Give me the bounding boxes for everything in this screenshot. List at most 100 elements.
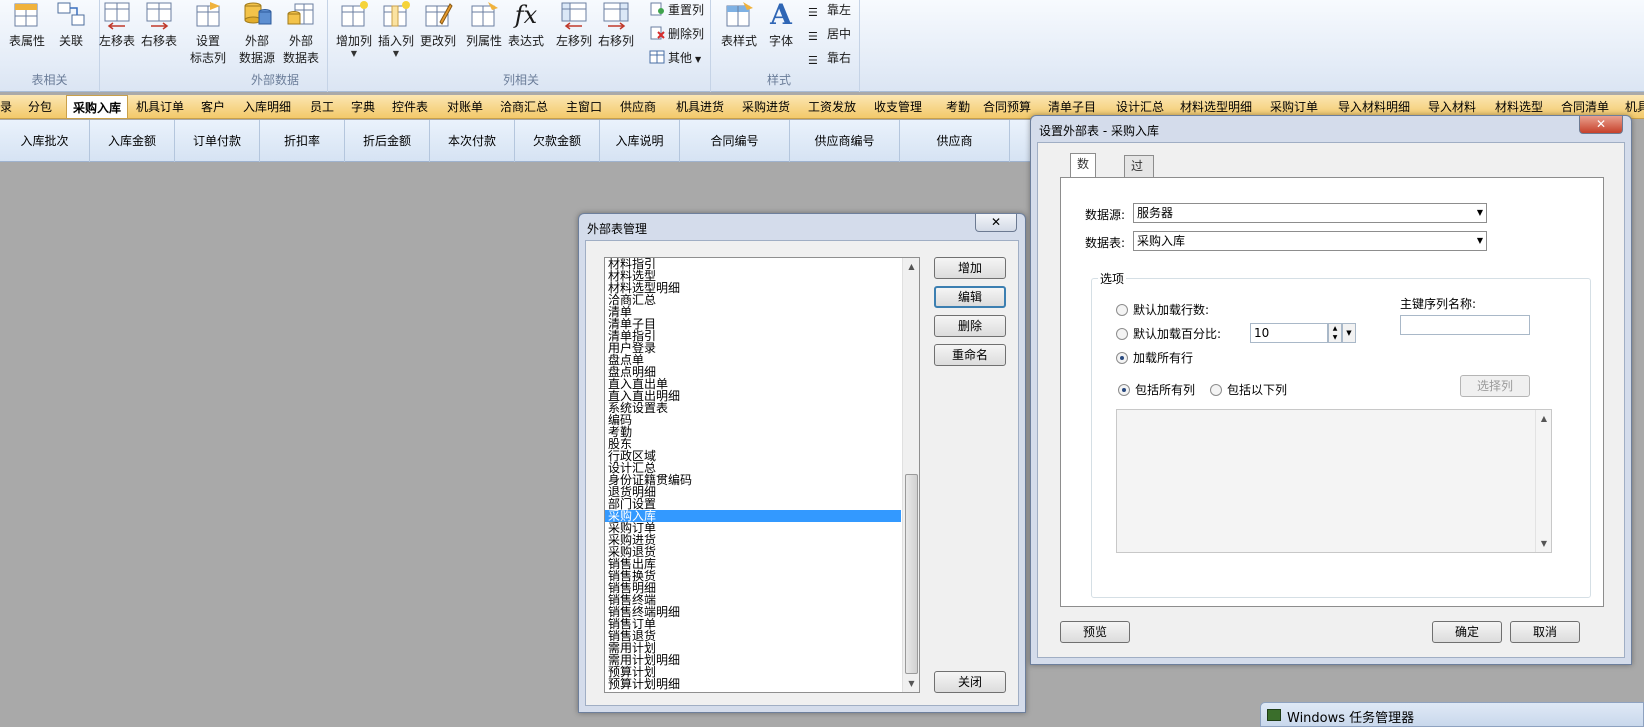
tab-8[interactable]: 控件表 — [392, 95, 428, 118]
change-column-button[interactable]: 更改列 — [417, 0, 459, 50]
move-table-left-button[interactable]: 左移表 — [96, 0, 138, 50]
tab-1[interactable]: 分包 — [28, 95, 52, 118]
tab-16[interactable]: 收支管理 — [874, 95, 922, 118]
tab-9[interactable]: 对账单 — [447, 95, 483, 118]
tab-2[interactable]: 采购入库 — [66, 95, 129, 118]
include-all-columns-label: 包括所有列 — [1135, 383, 1196, 397]
tab-6[interactable]: 员工 — [310, 95, 334, 118]
align-center-button[interactable]: ☰ 居中 — [808, 24, 851, 44]
tab-data-source[interactable]: 数据源 — [1070, 153, 1097, 211]
external-table-list[interactable]: 材料指引 材料选型 材料选型明细 洽商汇总 清单 清单子目 清单指引 用户登录 盘点单 盘点明细直… — [604, 257, 920, 693]
grid-column-header[interactable]: 供应商编号 — [790, 120, 900, 162]
move-column-right-button[interactable]: 右移列 — [595, 0, 637, 50]
move-column-left-button[interactable]: 左移列 — [553, 0, 595, 50]
load-all-rows-radio[interactable]: 加载所有行 — [1116, 351, 1193, 365]
column-properties-button[interactable]: 列属性 — [463, 0, 505, 50]
scroll-down-icon[interactable]: ▼ — [1536, 535, 1552, 552]
external-source-button[interactable]: 外部 数据源 — [236, 0, 278, 67]
close-manager-button[interactable]: 关闭 — [934, 671, 1006, 693]
tab-4[interactable]: 客户 — [201, 95, 225, 118]
primary-key-sequence-input[interactable] — [1400, 315, 1530, 335]
rename-table-button[interactable]: 重命名 — [934, 344, 1006, 366]
font-button[interactable]: A 字体 — [760, 0, 802, 50]
table-properties-button[interactable]: 表属性 — [6, 0, 48, 50]
align-left-button[interactable]: ☰ 靠左 — [808, 0, 851, 20]
spin-up-icon[interactable]: ▲ — [1329, 324, 1341, 333]
tab-18[interactable]: 合同预算 — [983, 95, 1031, 118]
insert-column-button[interactable]: 插入列 ▼ — [375, 0, 417, 58]
delete-table-button[interactable]: 删除 — [934, 315, 1006, 337]
ok-button[interactable]: 确定 — [1432, 621, 1502, 643]
grid-column-header[interactable]: 供应商 — [900, 120, 1010, 162]
grid-column-header[interactable]: 入库批次 — [0, 120, 90, 162]
grid-column-header[interactable]: 欠款金额 — [515, 120, 600, 162]
spin-down-icon[interactable]: ▼ — [1329, 333, 1341, 342]
list-item[interactable]: 用户登录 — [605, 342, 901, 354]
preview-button[interactable]: 预览 — [1060, 621, 1130, 643]
list-item[interactable]: 编码 — [605, 414, 901, 426]
column-list-box[interactable]: ▲ ▼ — [1116, 409, 1552, 553]
tab-7[interactable]: 字典 — [351, 95, 375, 118]
grid-column-header[interactable]: 合同编号 — [680, 120, 790, 162]
add-column-button[interactable]: 增加列 ▼ — [333, 0, 375, 58]
grid-column-header[interactable]: 入库说明 — [600, 120, 680, 162]
reset-column-button[interactable]: 重置列 — [649, 0, 704, 20]
tab-10[interactable]: 洽商汇总 — [500, 95, 548, 118]
tab-11[interactable]: 主窗口 — [566, 95, 602, 118]
flag-column-button[interactable]: 设置 标志列 — [187, 0, 229, 67]
external-table-button[interactable]: 外部 数据表 — [280, 0, 322, 67]
include-following-columns-radio[interactable]: 包括以下列 — [1210, 383, 1287, 397]
grid-column-header[interactable]: 本次付款 — [430, 120, 515, 162]
load-percent-radio[interactable]: 默认加载百分比: — [1116, 327, 1221, 341]
align-right-button[interactable]: ☰ 靠右 — [808, 48, 851, 68]
external-table-manager-close-button[interactable]: ✕ — [975, 214, 1017, 232]
list-item[interactable]: 洽商汇总 — [605, 294, 901, 306]
external-table-label-2: 数据表 — [282, 51, 319, 65]
tab-3[interactable]: 机具订单 — [136, 95, 184, 118]
scroll-down-icon[interactable]: ▼ — [903, 675, 919, 692]
scroll-up-icon[interactable]: ▲ — [903, 258, 919, 275]
delete-column-button[interactable]: 删除列 — [649, 24, 704, 44]
column-list-scrollbar[interactable]: ▲ ▼ — [1535, 410, 1551, 552]
include-following-columns-label: 包括以下列 — [1227, 383, 1288, 397]
relation-button[interactable]: 关联 — [50, 0, 92, 50]
tab-5[interactable]: 入库明细 — [243, 95, 291, 118]
data-table-select[interactable]: 采购入库 ▼ — [1133, 231, 1487, 251]
move-table-right-button[interactable]: 右移表 — [138, 0, 180, 50]
tab-0[interactable]: 录 — [0, 95, 12, 118]
table-properties-label: 表属性 — [8, 34, 45, 48]
select-columns-button[interactable]: 选择列 — [1460, 375, 1530, 397]
list-item[interactable]: 系统设置表 — [605, 402, 901, 414]
tab-14[interactable]: 采购进货 — [742, 95, 790, 118]
other-button[interactable]: 其他 ▼ — [649, 48, 701, 68]
edit-table-button[interactable]: 编辑 — [934, 286, 1006, 308]
load-percent-dropdown[interactable]: ▼ — [1342, 323, 1356, 343]
scroll-thumb[interactable] — [905, 474, 918, 674]
data-source-select[interactable]: 服务器 ▼ — [1133, 203, 1487, 223]
chevron-down-icon: ▼ — [1476, 208, 1483, 217]
add-table-button[interactable]: 增加 — [934, 257, 1006, 279]
grid-column-header[interactable]: 折扣率 — [260, 120, 345, 162]
tab-15[interactable]: 工资发放 — [808, 95, 856, 118]
tab-filter-sort[interactable]: 过滤/排序 — [1124, 155, 1155, 233]
table-style-button[interactable]: 表样式 — [718, 0, 760, 50]
grid-column-header[interactable]: 订单付款 — [175, 120, 260, 162]
grid-column-header[interactable]: 入库金额 — [90, 120, 175, 162]
delete-column-label: 删除列 — [668, 27, 705, 41]
tab-12[interactable]: 供应商 — [620, 95, 656, 118]
external-table-settings-close-button[interactable]: ✕ — [1579, 116, 1623, 134]
tab-13[interactable]: 机具进货 — [676, 95, 724, 118]
tab-17[interactable]: 考勤 — [946, 95, 970, 118]
include-all-columns-radio[interactable]: 包括所有列 — [1118, 383, 1195, 397]
list-item[interactable]: 考勤 — [605, 426, 901, 438]
scroll-up-icon[interactable]: ▲ — [1536, 410, 1552, 427]
external-table-list-scrollbar[interactable]: ▲ ▼ — [902, 258, 919, 692]
cancel-button[interactable]: 取消 — [1510, 621, 1580, 643]
load-rows-radio[interactable]: 默认加载行数: — [1116, 303, 1209, 317]
task-manager-window[interactable]: Windows 任务管理器 — [1260, 702, 1644, 727]
grid-column-header[interactable]: 折后金额 — [345, 120, 430, 162]
expression-button[interactable]: fx 表达式 — [505, 0, 547, 50]
load-percent-spinner[interactable]: ▲ ▼ — [1328, 323, 1342, 343]
list-item[interactable]: 预算计划明细 — [605, 678, 901, 690]
load-percent-input[interactable]: 10 — [1250, 323, 1328, 343]
